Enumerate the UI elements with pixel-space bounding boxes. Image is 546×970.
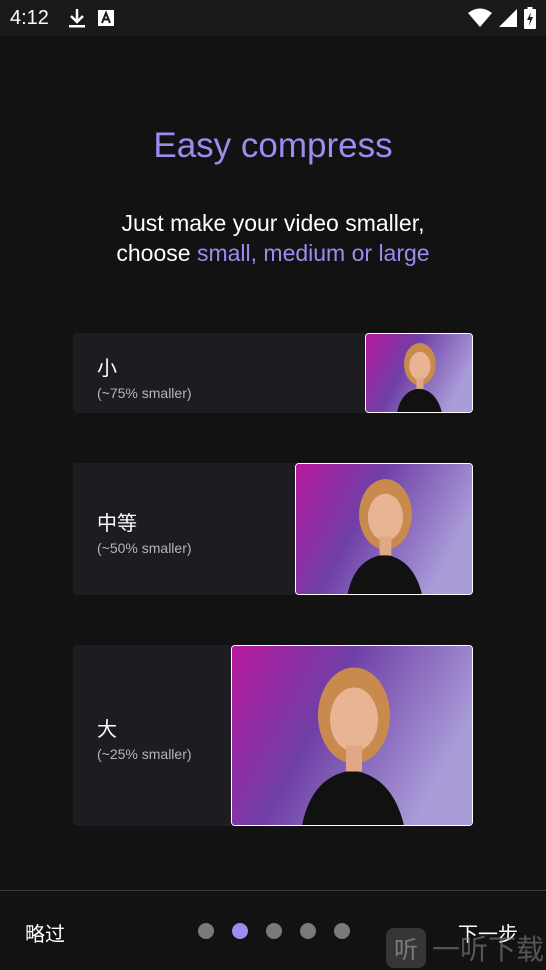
option-small-text: 小 (~75% smaller) [97, 352, 192, 401]
option-large-desc: (~25% smaller) [97, 746, 192, 762]
option-large-thumbnail [231, 645, 473, 826]
watermark-text: 一听下载 [432, 933, 545, 965]
subtitle-accent: small, medium or large [196, 240, 430, 266]
option-large-name: 大 [97, 719, 117, 741]
option-large[interactable]: 大 (~25% smaller) [73, 645, 473, 826]
bottom-divider [0, 890, 546, 891]
onboarding-subtitle: Just make your video smaller, choose sma… [0, 208, 546, 268]
portrait-image [296, 464, 472, 594]
option-medium-desc: (~50% smaller) [97, 540, 192, 556]
option-small-name: 小 [97, 358, 117, 380]
watermark-logo-icon: 听 [386, 927, 426, 968]
battery-charging-icon [524, 7, 536, 34]
status-bar: 4:12 [0, 0, 546, 36]
portrait-image [366, 334, 472, 412]
option-large-text: 大 (~25% smaller) [97, 713, 192, 762]
onboarding-title: Easy compress [153, 126, 393, 165]
subtitle-prefix: choose [116, 240, 197, 266]
subtitle-line2: choose small, medium or large [0, 238, 546, 268]
signal-icon [498, 8, 518, 33]
option-medium-text: 中等 (~50% smaller) [97, 507, 192, 556]
watermark: 听 一听下载 [386, 925, 546, 970]
status-time: 4:12 [10, 7, 49, 29]
skip-button[interactable]: 略过 [25, 918, 65, 947]
download-icon [68, 8, 86, 33]
page-dot-4[interactable] [300, 923, 316, 939]
option-small[interactable]: 小 (~75% smaller) [73, 333, 473, 413]
page-indicator [198, 923, 350, 939]
page-dot-1[interactable] [198, 923, 214, 939]
option-small-thumbnail [365, 333, 473, 413]
page-dot-5[interactable] [334, 923, 350, 939]
option-small-desc: (~75% smaller) [97, 385, 192, 401]
subtitle-line1: Just make your video smaller, [121, 210, 425, 236]
wifi-icon [468, 8, 492, 33]
option-medium[interactable]: 中等 (~50% smaller) [73, 463, 473, 595]
font-a-icon [98, 10, 114, 31]
option-medium-name: 中等 [97, 513, 137, 535]
page-dot-2[interactable] [232, 923, 248, 939]
option-medium-thumbnail [295, 463, 473, 595]
page-dot-3[interactable] [266, 923, 282, 939]
portrait-image [232, 646, 472, 825]
